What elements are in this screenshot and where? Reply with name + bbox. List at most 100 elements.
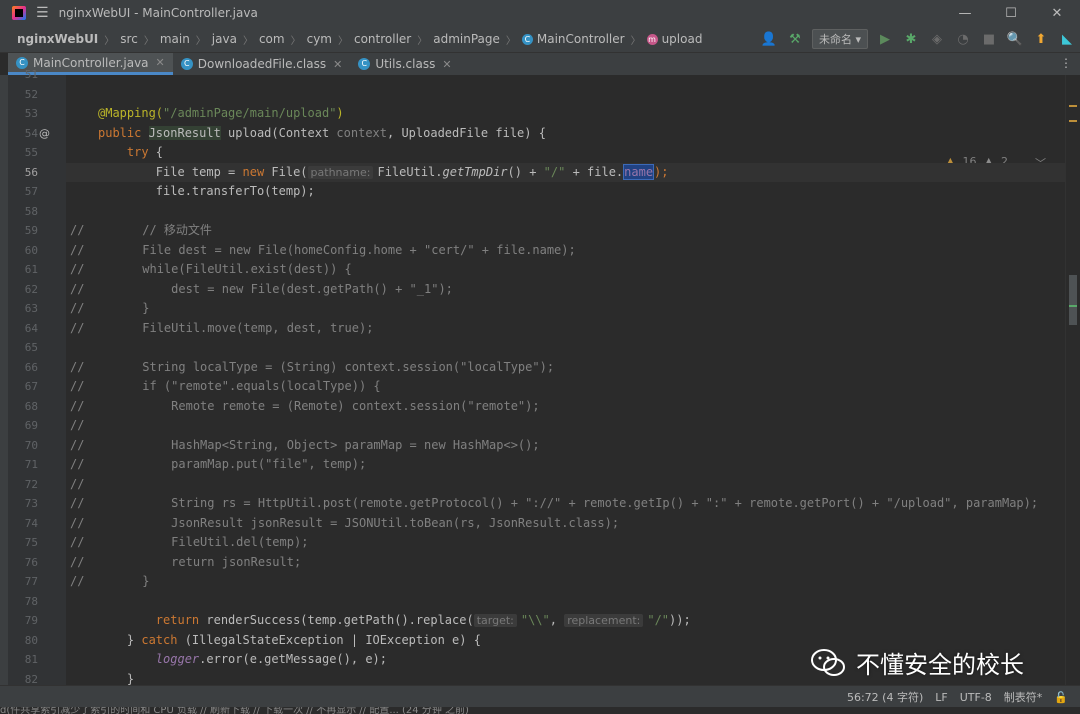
update-icon[interactable]: ⬆: [1030, 28, 1052, 50]
line-number: 76: [24, 555, 38, 569]
override-at-icon[interactable]: @: [39, 124, 50, 144]
status-bar: 56:72 (4 字符) LF UTF-8 制表符* 🔓: [0, 685, 1080, 708]
line-number: 63: [24, 302, 38, 315]
parameter-hint: target:: [473, 614, 517, 627]
method-icon: m: [646, 33, 658, 45]
line-number: 60: [24, 243, 38, 257]
breadcrumb-item[interactable]: main: [160, 32, 190, 46]
profile-icon[interactable]: ◔: [952, 28, 974, 50]
line-separator[interactable]: LF: [935, 691, 947, 704]
code-line: // String localType = (String) context.s…: [70, 359, 555, 374]
line-number: 73: [24, 497, 38, 510]
tab-utils[interactable]: C Utils.class ✕: [350, 53, 459, 75]
breadcrumb-item-class[interactable]: C MainController: [521, 32, 625, 46]
maximize-button[interactable]: ☐: [988, 0, 1034, 26]
line-number: 79: [24, 614, 38, 627]
code-line: // String rs = HttpUtil.post(remote.getP…: [70, 496, 1039, 510]
code-line: // File dest = new File(homeConfig.home …: [70, 242, 576, 257]
line-number: 56: [24, 165, 38, 179]
line-number: 57: [24, 185, 38, 198]
tab-label: Utils.class: [375, 57, 436, 71]
code-line: // }: [70, 574, 150, 588]
caret-position[interactable]: 56:72 (4 字符): [847, 689, 923, 705]
line-number: 67: [24, 380, 38, 393]
debug-icon[interactable]: ✱: [900, 28, 922, 50]
line-number: 77: [24, 575, 38, 588]
run-config-select[interactable]: 未命名 ▾: [811, 29, 868, 49]
parameter-hint: replacement:: [564, 614, 644, 627]
line-number: 62: [24, 282, 38, 296]
line-number: 75: [24, 536, 38, 549]
code-line: // dest = new File(dest.getPath() + "_1"…: [70, 281, 453, 296]
line-number: 61: [24, 263, 38, 276]
wechat-watermark: 不懂安全的校长: [810, 645, 1024, 680]
indent-setting[interactable]: 制表符*: [1004, 689, 1043, 705]
file-encoding[interactable]: UTF-8: [960, 691, 992, 704]
minimize-button[interactable]: —: [942, 0, 988, 26]
line-number: 72: [24, 477, 38, 491]
class-icon: C: [180, 58, 193, 70]
close-icon[interactable]: ✕: [156, 56, 165, 69]
class-icon: C: [358, 58, 371, 70]
code-line: // FileUtil.del(temp);: [70, 535, 309, 549]
coverage-icon[interactable]: ◈: [926, 28, 948, 50]
code-line: // // 移动文件: [70, 223, 212, 237]
close-icon[interactable]: ✕: [442, 58, 451, 71]
main-toolbar: 👤 ⚒ 未命名 ▾ ▶ ✱ ◈ ◔ ■ 🔍 ⬆ ◣: [756, 26, 1080, 52]
code-line: @Mapping("/adminPage/main/upload"): [98, 106, 344, 120]
warning-marker[interactable]: [1069, 105, 1077, 107]
code-line: public JsonResult upload(Context context…: [98, 125, 546, 140]
line-number: 80: [24, 633, 38, 647]
wechat-icon: [811, 648, 845, 676]
project-panel-edge[interactable]: [0, 75, 8, 685]
line-number: 66: [24, 360, 38, 374]
breadcrumb-item[interactable]: nginxWebUI: [17, 32, 98, 46]
breadcrumb-label: MainController: [536, 32, 625, 46]
editor-gutter[interactable]: 51 52 53 54 @ 55 56 57 58 59 60 61 62 63…: [8, 68, 66, 686]
search-icon[interactable]: 🔍: [1004, 28, 1026, 50]
tab-list-icon[interactable]: ⋮: [1060, 56, 1072, 70]
breadcrumb-item[interactable]: adminPage: [433, 32, 500, 46]
line-number: 53: [24, 107, 38, 120]
line-number: 65: [24, 341, 38, 354]
plugin-icon[interactable]: ◣: [1056, 28, 1078, 50]
close-button[interactable]: ✕: [1034, 0, 1080, 26]
editor-scrollbar[interactable]: [1065, 75, 1080, 685]
code-line: return renderSuccess(temp.getPath().repl…: [98, 613, 691, 627]
code-line: file.transferTo(temp);: [98, 184, 315, 198]
lock-icon[interactable]: 🔓: [1054, 691, 1068, 704]
breadcrumb-item-method[interactable]: m upload: [646, 32, 703, 46]
notification-strip: d(件共享索引减少了索引的时间和 CPU 负载 // 刷新下载 // 下载一次 …: [0, 707, 1080, 714]
close-icon[interactable]: ✕: [333, 58, 342, 71]
user-icon[interactable]: 👤: [758, 28, 780, 50]
run-config-label: 未命名: [818, 33, 852, 46]
line-number: 59: [24, 224, 38, 237]
warning-marker[interactable]: [1069, 120, 1077, 122]
breadcrumb-item[interactable]: controller: [354, 32, 411, 46]
code-line: // if ("remote".equals(localType)) {: [70, 379, 381, 393]
breadcrumb-item[interactable]: java: [212, 32, 237, 46]
breadcrumb-item[interactable]: src: [120, 32, 138, 46]
scroll-thumb[interactable]: [1069, 275, 1077, 325]
code-editor[interactable]: ▲16 ▲2 ︿ ﹀ @Mapping("/adminPage/main/upl…: [66, 75, 1066, 685]
change-marker[interactable]: [1069, 305, 1077, 307]
code-line: // FileUtil.move(temp, dest, true);: [70, 320, 374, 335]
code-line: // HashMap<String, Object> paramMap = ne…: [70, 437, 540, 452]
tab-downloaded-file[interactable]: C DownloadedFile.class ✕: [173, 53, 351, 75]
breadcrumb-label: upload: [661, 32, 703, 46]
build-hammer-icon[interactable]: ⚒: [784, 28, 806, 50]
line-number: 51: [24, 68, 38, 81]
watermark-text: 不懂安全的校长: [856, 651, 1024, 679]
breadcrumb-item[interactable]: cym: [307, 32, 332, 46]
code-line: //: [70, 418, 85, 432]
line-number: 81: [24, 653, 38, 666]
code-line: // while(FileUtil.exist(dest)) {: [70, 262, 352, 276]
title-bar: ☰ nginxWebUI - MainController.java — ☐ ✕: [0, 0, 1080, 26]
code-line: // }: [70, 301, 150, 315]
line-number: 54: [24, 126, 38, 140]
stop-icon[interactable]: ■: [978, 28, 1000, 50]
run-icon[interactable]: ▶: [874, 28, 896, 50]
line-number: 69: [24, 419, 38, 432]
main-menu-icon[interactable]: ☰: [36, 5, 49, 21]
breadcrumb-item[interactable]: com: [259, 32, 285, 46]
